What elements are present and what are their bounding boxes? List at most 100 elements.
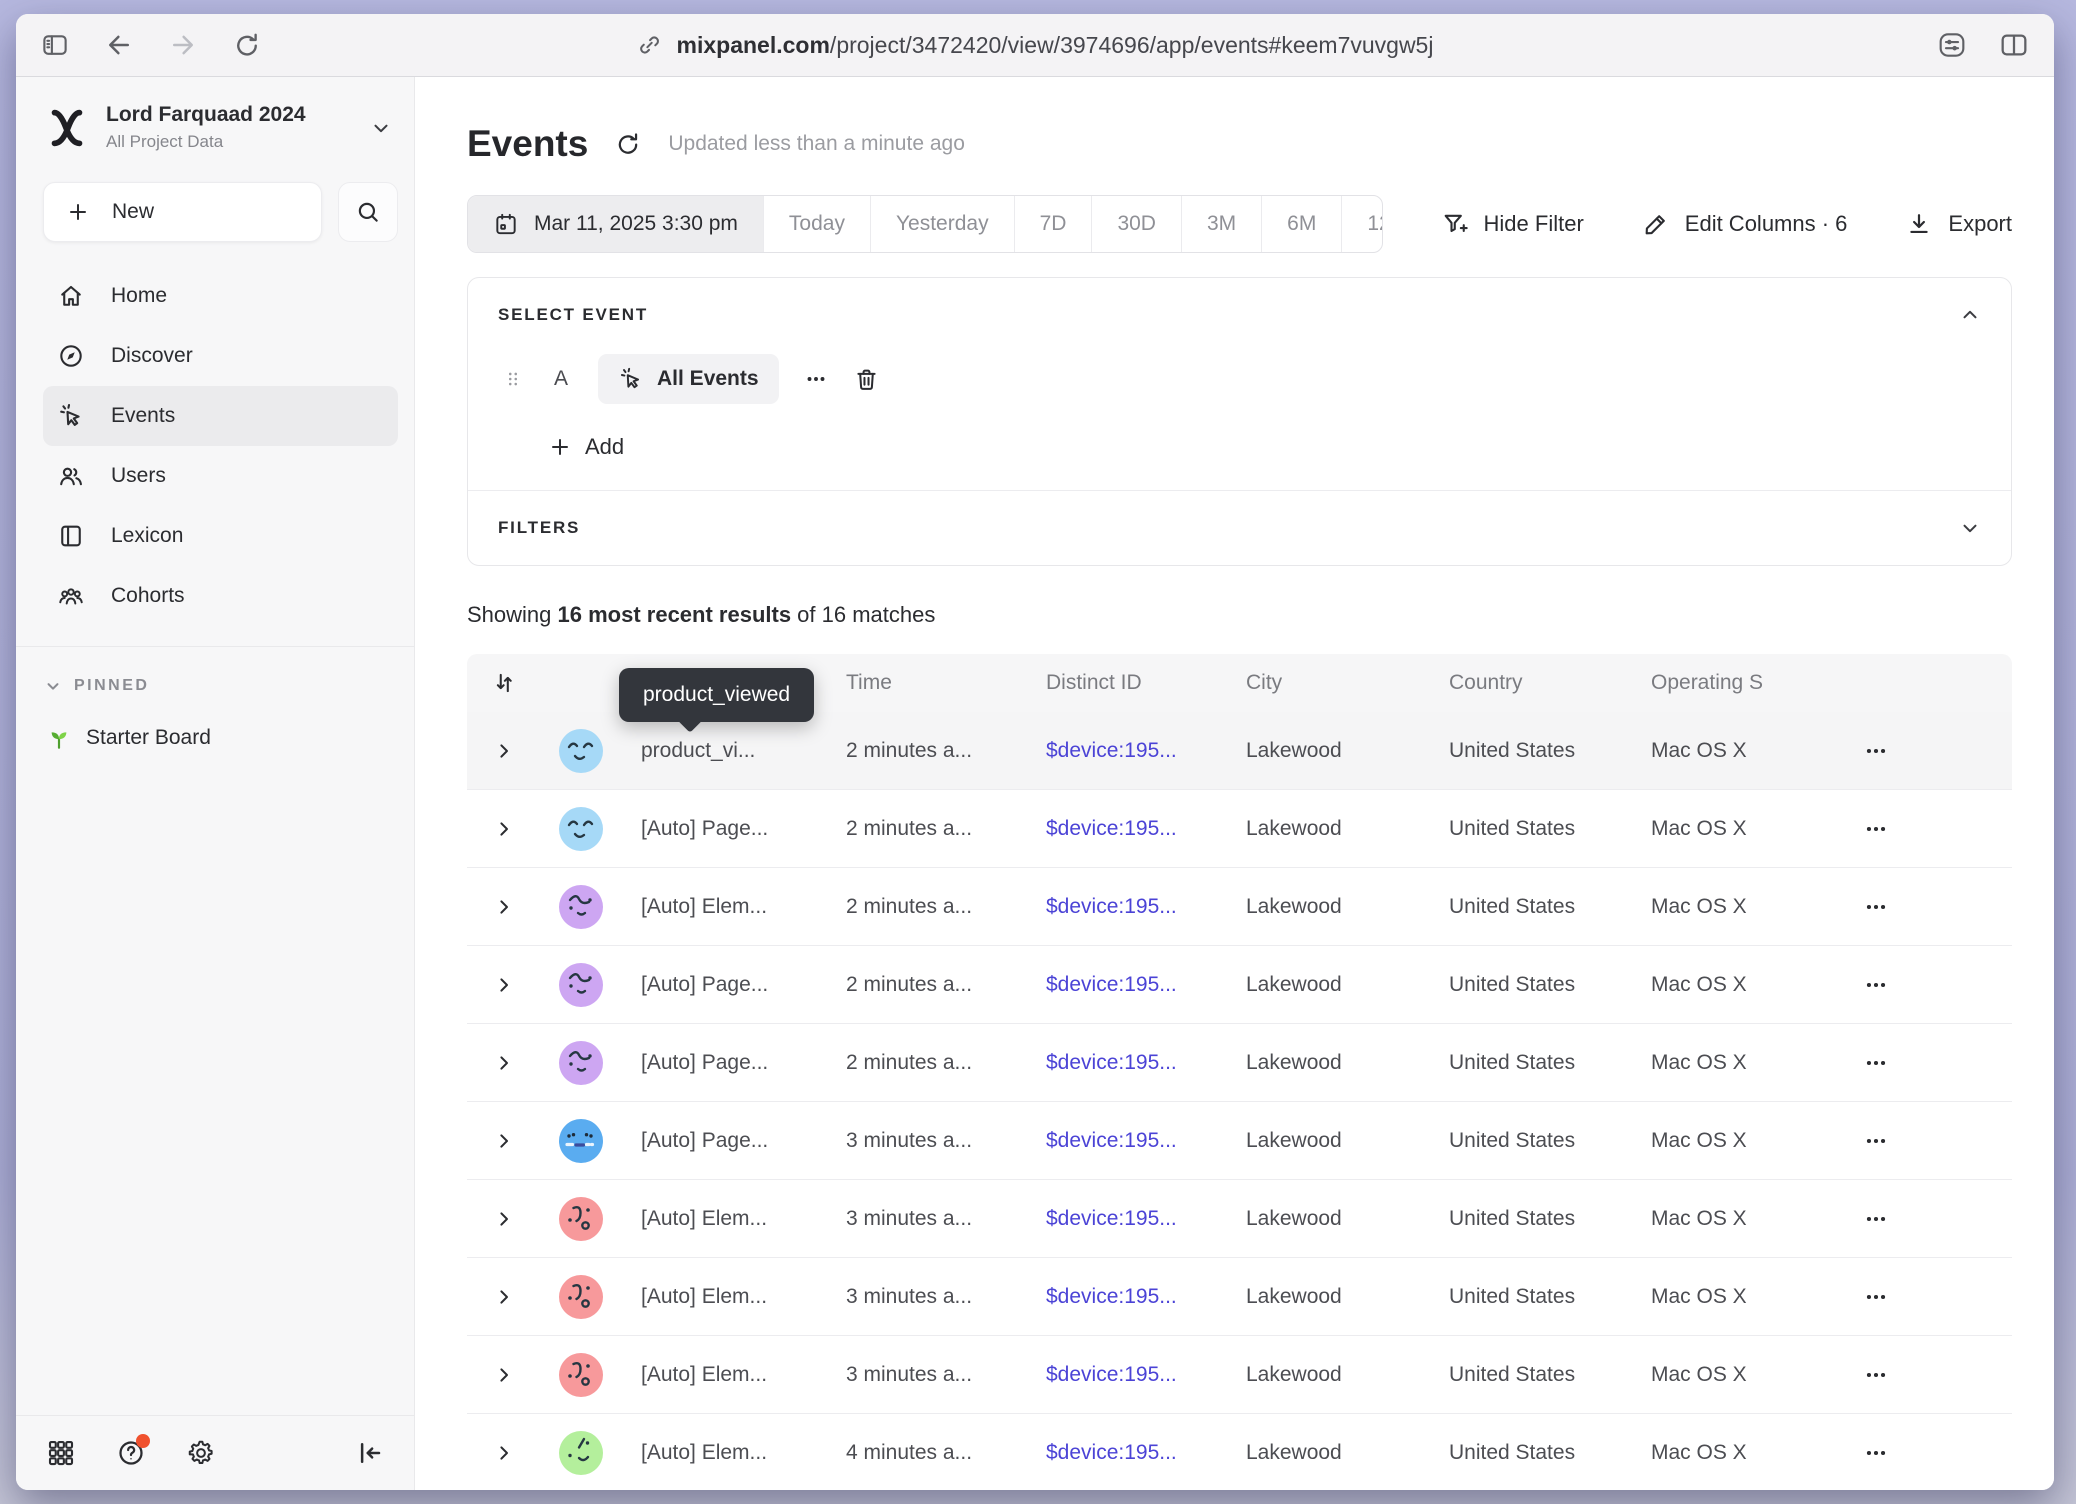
page-settings-icon[interactable]: [1936, 29, 1968, 61]
table-row[interactable]: [Auto] Page... 2 minutes a... $device:19…: [467, 946, 2012, 1024]
distinct-id-link[interactable]: $device:195...: [1026, 1441, 1226, 1465]
sidebar-item-events[interactable]: Events: [43, 386, 398, 446]
event-more-icon[interactable]: [803, 366, 829, 392]
expand-row-icon[interactable]: [495, 820, 513, 838]
row-more-icon[interactable]: [1863, 1206, 1889, 1232]
row-more-icon[interactable]: [1863, 816, 1889, 842]
table-row[interactable]: [Auto] Page... 3 minutes a... $device:19…: [467, 1102, 2012, 1180]
hide-filter-button[interactable]: Hide Filter: [1441, 210, 1584, 238]
gear-icon[interactable]: [186, 1438, 216, 1468]
trash-icon[interactable]: [853, 366, 880, 393]
row-more-icon[interactable]: [1863, 1362, 1889, 1388]
add-event-label: Add: [585, 434, 624, 460]
range-segment-label: 3M: [1207, 212, 1236, 236]
table-row[interactable]: [Auto] Elem... 3 minutes a... $device:19…: [467, 1336, 2012, 1414]
range-segment[interactable]: 7D: [1014, 196, 1092, 252]
browser-sidebar-toggle-icon[interactable]: [40, 30, 70, 60]
expand-row-icon[interactable]: [495, 1210, 513, 1228]
pinned-section-header[interactable]: PINNED: [44, 677, 414, 695]
chevron-up-icon[interactable]: [1959, 304, 1981, 326]
sidebar-item-lexicon[interactable]: Lexicon: [43, 506, 398, 566]
reload-icon[interactable]: [232, 30, 262, 60]
sidebar-item-starter-board[interactable]: Starter Board: [46, 725, 414, 751]
time-cell: 2 minutes a...: [826, 817, 1026, 841]
expand-row-icon[interactable]: [495, 1366, 513, 1384]
expand-row-icon[interactable]: [495, 742, 513, 760]
event-selector-chip[interactable]: All Events: [598, 354, 779, 404]
table-row[interactable]: [Auto] Elem... 2 minutes a... $device:19…: [467, 868, 2012, 946]
column-header-time[interactable]: Time: [826, 671, 1026, 695]
range-segment[interactable]: 12M: [1341, 196, 1382, 252]
distinct-id-link[interactable]: $device:195...: [1026, 1051, 1226, 1075]
help-button[interactable]: [116, 1438, 146, 1468]
row-more-icon[interactable]: [1863, 972, 1889, 998]
chevron-down-icon[interactable]: [1959, 517, 1981, 539]
new-button[interactable]: New: [43, 182, 322, 242]
lexicon-book-icon: [57, 522, 85, 550]
row-more-icon[interactable]: [1863, 1050, 1889, 1076]
query-builder-card: SELECT EVENT A: [467, 277, 2012, 566]
distinct-id-link[interactable]: $device:195...: [1026, 1129, 1226, 1153]
results-summary: Showing 16 most recent results of 16 mat…: [467, 602, 2054, 628]
column-header-country[interactable]: Country: [1429, 671, 1631, 695]
range-segment[interactable]: Today: [763, 196, 870, 252]
apps-grid-icon[interactable]: [46, 1438, 76, 1468]
distinct-id-link[interactable]: $device:195...: [1026, 1207, 1226, 1231]
project-switcher[interactable]: Lord Farquaad 2024 All Project Data: [16, 77, 414, 152]
table-row[interactable]: [Auto] Elem... 3 minutes a... $device:19…: [467, 1180, 2012, 1258]
search-button[interactable]: [338, 182, 398, 242]
expand-row-icon[interactable]: [495, 1444, 513, 1462]
table-row[interactable]: [Auto] Page... 2 minutes a... $device:19…: [467, 790, 2012, 868]
os-cell: Mac OS X: [1631, 739, 1841, 763]
table-row[interactable]: [Auto] Page... 2 minutes a... $device:19…: [467, 1024, 2012, 1102]
distinct-id-link[interactable]: $device:195...: [1026, 817, 1226, 841]
range-segment[interactable]: 30D: [1091, 196, 1181, 252]
row-more-icon[interactable]: [1863, 894, 1889, 920]
export-button[interactable]: Export: [1905, 210, 2012, 238]
time-cell: 3 minutes a...: [826, 1129, 1026, 1153]
date-picker[interactable]: Mar 11, 2025 3:30 pm: [468, 196, 763, 252]
event-avatar: [559, 807, 603, 851]
sidebar-item-discover[interactable]: Discover: [43, 326, 398, 386]
table-row[interactable]: [Auto] Elem... 4 minutes a... $device:19…: [467, 1414, 2012, 1490]
distinct-id-link[interactable]: $device:195...: [1026, 1363, 1226, 1387]
back-icon[interactable]: [104, 30, 134, 60]
distinct-id-link[interactable]: $device:195...: [1026, 895, 1226, 919]
country-cell: United States: [1429, 1129, 1631, 1153]
distinct-id-link[interactable]: $device:195...: [1026, 1285, 1226, 1309]
expand-row-icon[interactable]: [495, 1288, 513, 1306]
plus-icon: [548, 435, 572, 459]
range-segment[interactable]: 3M: [1181, 196, 1261, 252]
range-segment-label: Yesterday: [896, 212, 989, 236]
expand-row-icon[interactable]: [495, 1054, 513, 1072]
distinct-id-link[interactable]: $device:195...: [1026, 973, 1226, 997]
row-more-icon[interactable]: [1863, 1440, 1889, 1466]
refresh-icon[interactable]: [614, 130, 642, 158]
os-cell: Mac OS X: [1631, 817, 1841, 841]
sidebar-item-cohorts[interactable]: Cohorts: [43, 566, 398, 626]
sort-vertical-icon[interactable]: [491, 670, 517, 696]
range-segment[interactable]: Yesterday: [870, 196, 1014, 252]
column-header-distinct-id[interactable]: Distinct ID: [1026, 671, 1226, 695]
event-name-cell: [Auto] Elem...: [621, 1363, 826, 1387]
row-more-icon[interactable]: [1863, 738, 1889, 764]
row-more-icon[interactable]: [1863, 1128, 1889, 1154]
drag-handle-icon[interactable]: [502, 368, 524, 390]
table-row[interactable]: [Auto] Elem... 3 minutes a... $device:19…: [467, 1258, 2012, 1336]
column-header-os[interactable]: Operating S: [1631, 671, 1841, 695]
expand-row-icon[interactable]: [495, 1132, 513, 1150]
edit-columns-button[interactable]: Edit Columns · 6: [1642, 210, 1848, 238]
collapse-sidebar-icon[interactable]: [354, 1438, 384, 1468]
sidebar-item-users[interactable]: Users: [43, 446, 398, 506]
row-more-icon[interactable]: [1863, 1284, 1889, 1310]
range-segment[interactable]: 6M: [1261, 196, 1341, 252]
add-event-button[interactable]: Add: [548, 434, 1981, 460]
address-bar[interactable]: mixpanel.com/project/3472420/view/397469…: [637, 32, 1434, 59]
forward-icon[interactable]: [168, 30, 198, 60]
expand-row-icon[interactable]: [495, 976, 513, 994]
split-view-icon[interactable]: [1998, 29, 2030, 61]
expand-row-icon[interactable]: [495, 898, 513, 916]
distinct-id-link[interactable]: $device:195...: [1026, 739, 1226, 763]
sidebar-item-home[interactable]: Home: [43, 266, 398, 326]
column-header-city[interactable]: City: [1226, 671, 1429, 695]
